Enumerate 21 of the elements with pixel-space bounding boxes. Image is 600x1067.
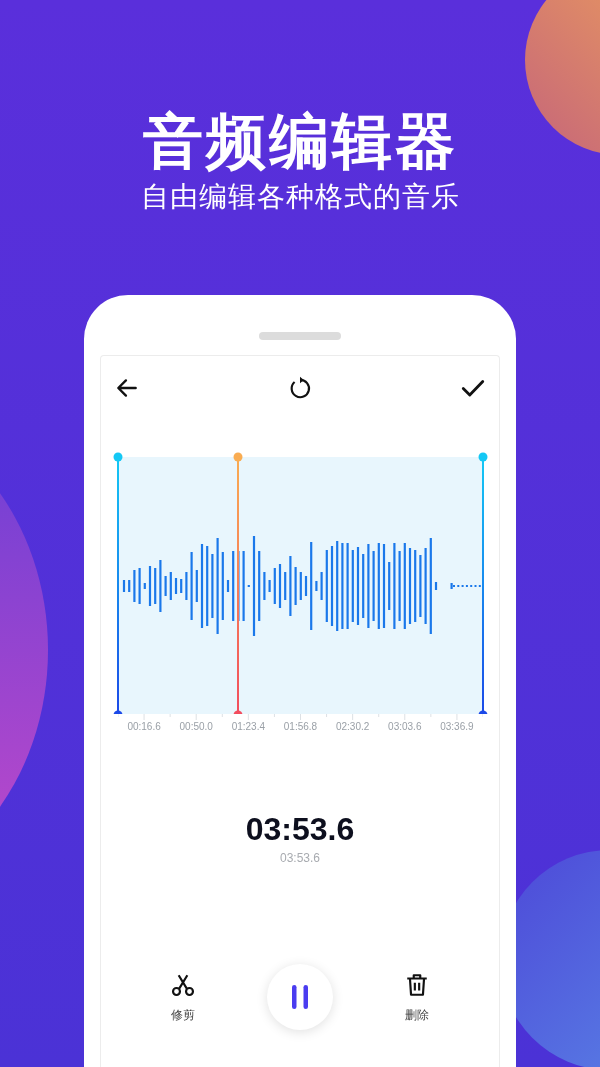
playhead-handle[interactable]: [233, 452, 243, 714]
time-label: 03:03.6: [387, 720, 423, 734]
time-label: 01:23.4: [230, 720, 267, 734]
action-label: 修剪: [171, 1007, 195, 1024]
pause-icon: [289, 984, 311, 1010]
delete-button[interactable]: 删除: [387, 972, 447, 1024]
time-label: 02:30.2: [334, 720, 371, 734]
time-label: 01:56.8: [282, 720, 319, 734]
headline: 音频编辑器: [141, 107, 459, 176]
trim-button[interactable]: 修剪: [153, 972, 213, 1024]
trim-start-handle[interactable]: [113, 452, 123, 714]
scissors-icon: [170, 972, 196, 998]
action-label: 删除: [405, 1007, 429, 1024]
subtitle: 自由编辑各种格式的音乐: [139, 180, 461, 214]
time-label: 00:50.0: [178, 720, 214, 734]
duration-time: 03:53.6: [244, 810, 356, 848]
duration-subtext: 03:53.6: [278, 850, 321, 866]
time-label: 03:36.9: [439, 720, 475, 734]
trash-icon: [404, 972, 430, 998]
trim-end-handle[interactable]: [478, 452, 488, 714]
time-label: 00:16.6: [126, 720, 162, 734]
